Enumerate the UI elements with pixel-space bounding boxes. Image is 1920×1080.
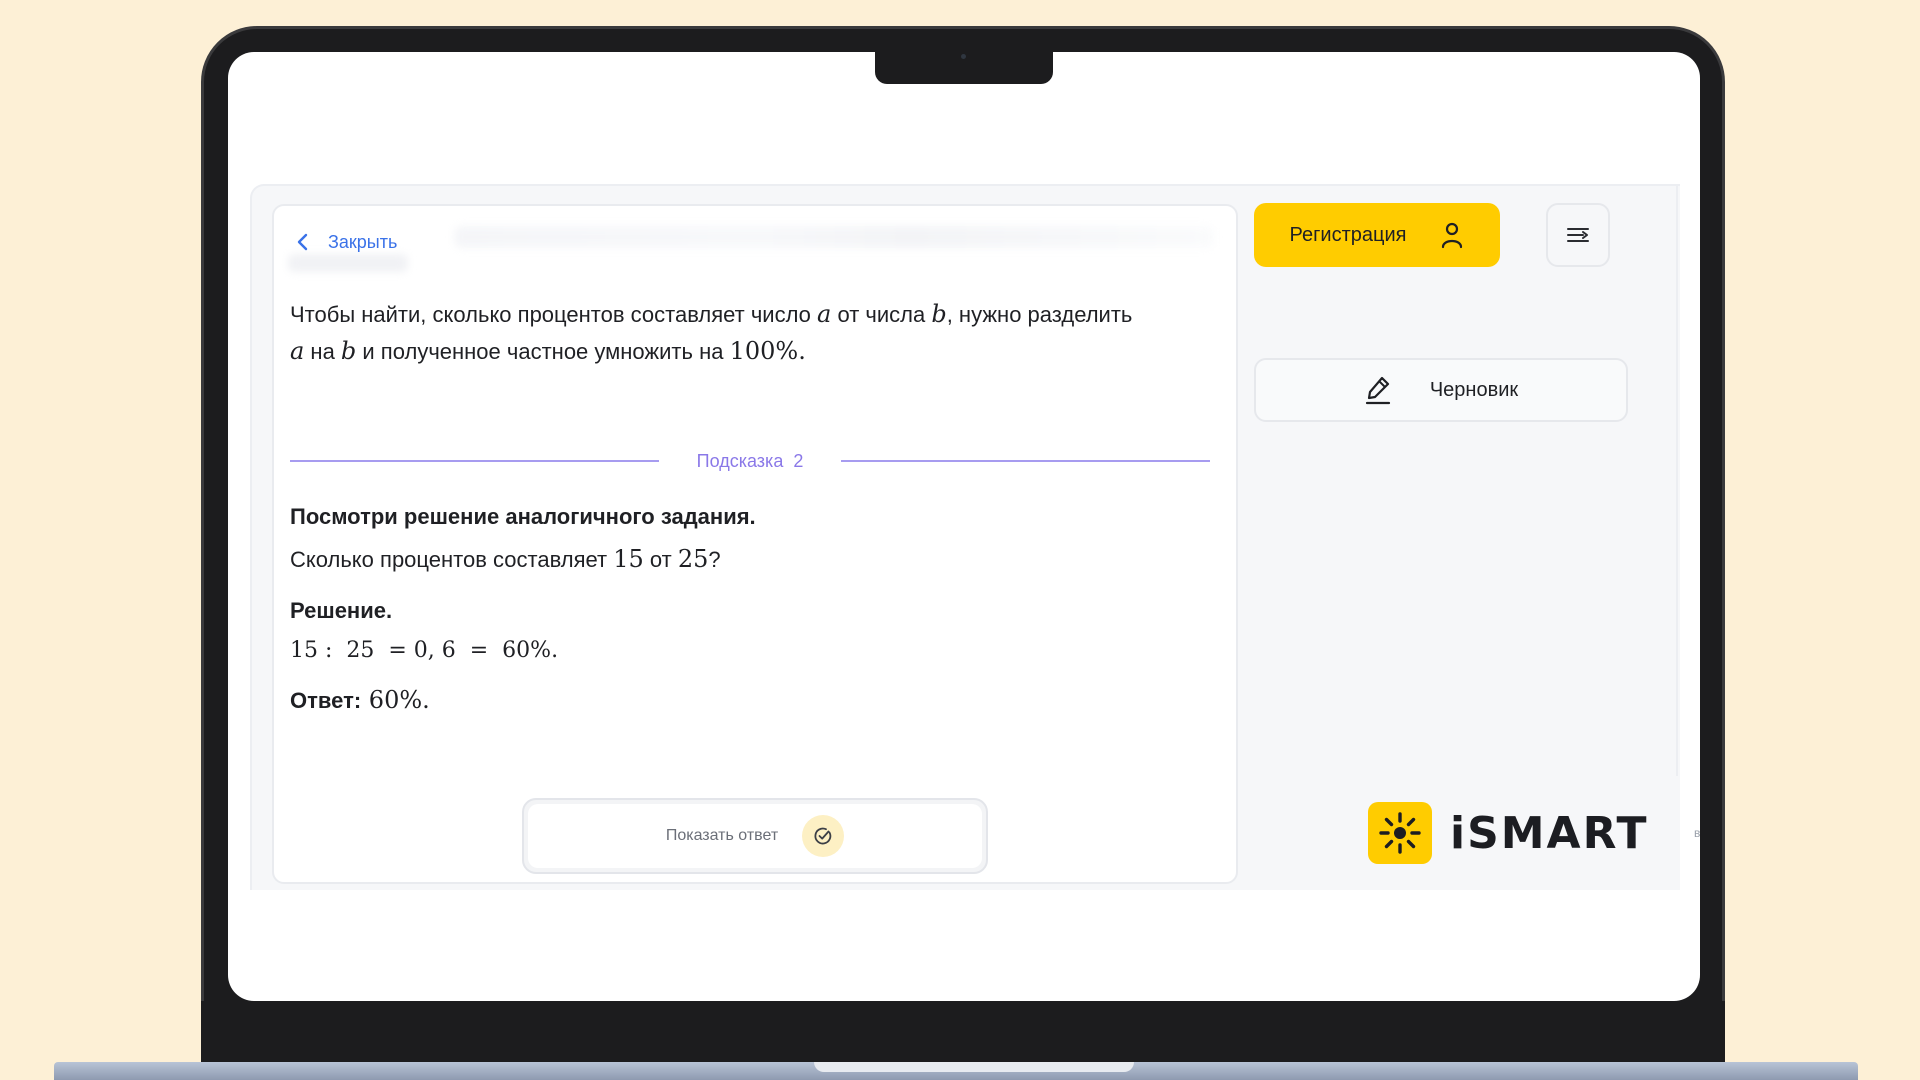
hint-1-text: Чтобы найти, сколько процентов составляе… bbox=[290, 296, 1220, 370]
close-label: Закрыть bbox=[328, 231, 398, 252]
question-text: ? bbox=[708, 547, 721, 572]
draft-label: Черновик bbox=[1429, 378, 1519, 401]
register-label: Регистрация bbox=[1289, 223, 1407, 246]
hint-1-text-part: от числа bbox=[831, 302, 932, 327]
question-text: Сколько процентов составляет bbox=[290, 547, 614, 572]
scroll-edge bbox=[1676, 186, 1678, 776]
hint-1-text-part: на bbox=[304, 339, 341, 364]
show-answer-button[interactable]: Показать ответ bbox=[522, 798, 988, 874]
app-area: Закрыть Чтобы найти, сколько процентов с… bbox=[250, 184, 1700, 890]
hint-1-text-part: и полученное частное умножить на bbox=[356, 339, 730, 364]
hint-card: Закрыть Чтобы найти, сколько процентов с… bbox=[272, 204, 1238, 884]
close-button[interactable]: Закрыть bbox=[296, 228, 397, 256]
show-answer-label: Показать ответ bbox=[665, 827, 779, 844]
var-b: b bbox=[931, 300, 947, 328]
math-value: 100%. bbox=[729, 337, 806, 365]
hint-divider: Подсказка 2 bbox=[290, 448, 1210, 474]
pencil-icon bbox=[1365, 376, 1390, 405]
var-a: a bbox=[290, 337, 305, 365]
var-a: a bbox=[817, 300, 832, 328]
blurred-subheader bbox=[288, 254, 408, 272]
laptop-chin bbox=[201, 1001, 1725, 1066]
divider-line bbox=[841, 460, 1210, 462]
camera-icon bbox=[961, 54, 966, 59]
show-answer-inner: Показать ответ bbox=[528, 804, 982, 868]
logo-text: iSMART bbox=[1450, 807, 1649, 859]
laptop-hinge bbox=[814, 1062, 1134, 1072]
menu-icon bbox=[1567, 228, 1589, 242]
user-icon bbox=[1442, 222, 1463, 249]
laptop-screen: Закрыть Чтобы найти, сколько процентов с… bbox=[228, 52, 1700, 1001]
math-value: 25 bbox=[677, 545, 709, 573]
solution-expression: 15 : 25 = 0, 6 = 60%. bbox=[290, 638, 559, 663]
ismart-logo: iSMART bbox=[1368, 800, 1649, 866]
sun-logo-icon bbox=[1368, 802, 1432, 864]
hint-1-text-part: , нужно разделить bbox=[946, 302, 1133, 327]
hint-2-label: Подсказка 2 bbox=[696, 450, 804, 471]
register-button[interactable]: Регистрация bbox=[1254, 203, 1500, 267]
check-circle-icon bbox=[802, 815, 845, 857]
solution-label: Решение. bbox=[290, 598, 393, 623]
example-question: Сколько процентов составляет 15 от 25? bbox=[290, 542, 1220, 577]
question-text: от bbox=[643, 547, 678, 572]
answer-value: 60%. bbox=[361, 686, 430, 714]
math-value: 15 bbox=[613, 545, 644, 573]
camera-notch bbox=[875, 50, 1053, 84]
draft-button[interactable]: Черновик bbox=[1254, 358, 1628, 422]
hint-2-title: Посмотри решение аналогичного задания. bbox=[290, 504, 756, 529]
menu-button[interactable] bbox=[1546, 203, 1610, 267]
answer-label: Ответ: bbox=[290, 688, 362, 713]
answer-line: Ответ: 60%. bbox=[290, 686, 1220, 714]
divider-line bbox=[290, 460, 659, 462]
chevron-left-icon bbox=[297, 233, 308, 251]
var-b: b bbox=[340, 337, 357, 365]
hint-1-text-part: Чтобы найти, сколько процентов составляе… bbox=[290, 302, 818, 327]
laptop-base bbox=[54, 1062, 1858, 1080]
corner-letter: в bbox=[1694, 826, 1700, 840]
blurred-header bbox=[454, 226, 1214, 248]
